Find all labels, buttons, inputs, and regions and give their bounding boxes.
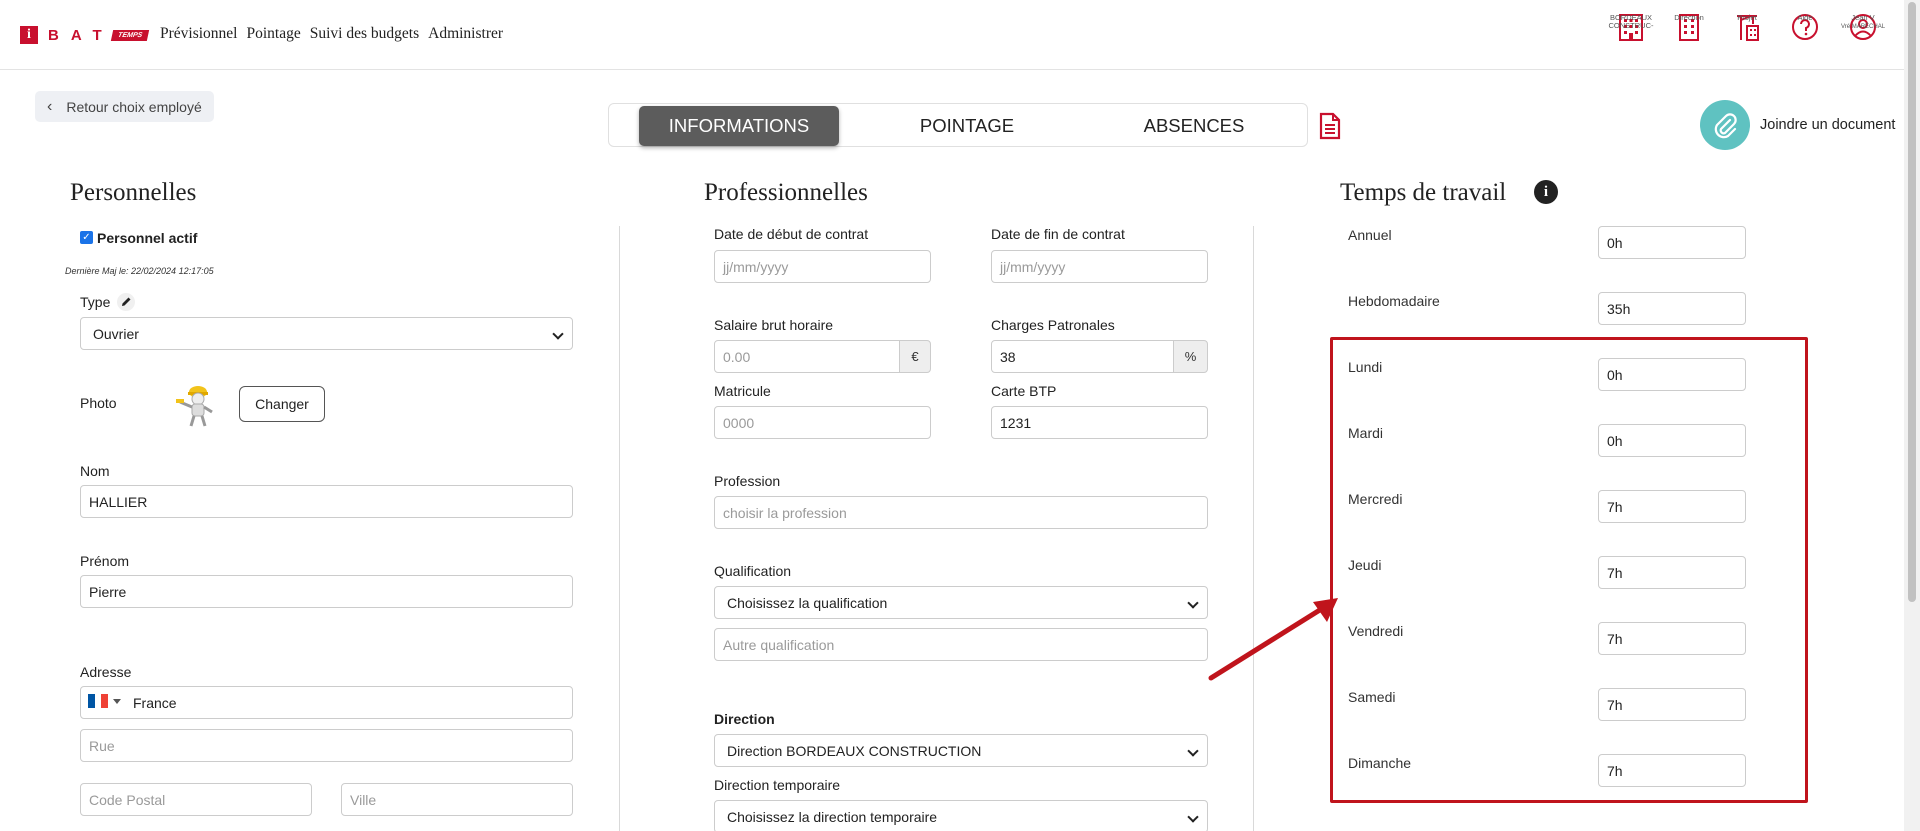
- temps-travail-title: Temps de travail: [1340, 179, 1507, 206]
- type-select[interactable]: Ouvrier: [80, 317, 573, 350]
- caret-down-icon: [113, 699, 121, 704]
- back-button[interactable]: ‹ Retour choix employé: [35, 91, 214, 122]
- nom-label: Nom: [80, 463, 110, 479]
- join-document-label: Joindre un document: [1760, 117, 1896, 133]
- header-icons: BORDEAUX CONSTRUC- Direction Projet Aide…: [1602, 12, 1892, 42]
- annotation-arrow-icon: [1208, 598, 1338, 681]
- matricule-label: Matricule: [714, 383, 771, 399]
- change-photo-button[interactable]: Changer: [239, 386, 325, 422]
- salaire-label: Salaire brut horaire: [714, 317, 834, 333]
- join-document-button[interactable]: Joindre un document: [1700, 100, 1895, 150]
- help-button[interactable]: Aide: [1776, 12, 1834, 42]
- document-icon[interactable]: [1318, 112, 1342, 140]
- ville-input[interactable]: Ville: [341, 783, 573, 816]
- info-icon[interactable]: i: [1534, 180, 1558, 204]
- hebdomadaire-input[interactable]: 35h: [1598, 292, 1746, 325]
- prenom-input[interactable]: Pierre: [80, 575, 573, 608]
- project-label: Projet: [1737, 13, 1757, 22]
- profession-label: Profession: [714, 473, 781, 489]
- france-flag-icon: [88, 694, 109, 708]
- type-label: Type: [80, 294, 111, 310]
- percent-addon: %: [1173, 340, 1208, 373]
- logo-i: i: [20, 26, 38, 44]
- edit-pencil-icon[interactable]: [117, 293, 135, 311]
- project-button[interactable]: Projet: [1718, 12, 1776, 42]
- column-divider: [619, 226, 620, 831]
- company-label: BORDEAUX CONSTRUC-: [1608, 13, 1654, 30]
- chevron-left-icon: ‹: [47, 97, 53, 115]
- profession-input[interactable]: choisir la profession: [714, 496, 1208, 529]
- autre-qualification-input[interactable]: Autre qualification: [714, 628, 1208, 661]
- last-update: Dernière Maj le: 22/02/2024 12:17:05: [65, 266, 214, 276]
- charges-label: Charges Patronales: [991, 317, 1115, 333]
- help-label: Aide: [1797, 13, 1813, 22]
- worker-avatar-icon: [176, 386, 213, 427]
- direction-select[interactable]: Direction BORDEAUX CONSTRUCTION: [714, 734, 1208, 767]
- qualification-label: Qualification: [714, 563, 792, 579]
- direction-label: Direction: [714, 711, 775, 727]
- adresse-label: Adresse: [80, 664, 132, 680]
- date-fin-input[interactable]: jj/mm/yyyy: [991, 250, 1208, 283]
- nom-input[interactable]: HALLIER: [80, 485, 573, 518]
- nav-previsionnel[interactable]: Prévisionnel: [160, 25, 238, 43]
- charges-input[interactable]: 38: [991, 340, 1174, 373]
- user-button[interactable]: Jean V Vré MARÉCHAL: [1834, 12, 1892, 42]
- photo-label: Photo: [80, 395, 117, 411]
- salaire-input[interactable]: 0.00: [714, 340, 900, 373]
- column-divider: [1253, 226, 1254, 831]
- annuel-label: Annuel: [1348, 227, 1392, 243]
- logo-bat: BAT: [48, 26, 114, 44]
- app-logo[interactable]: i BAT TEMPS: [20, 26, 150, 44]
- tab-informations[interactable]: INFORMATIONS: [639, 106, 839, 146]
- matricule-input[interactable]: 0000: [714, 406, 931, 439]
- rue-input[interactable]: Rue: [80, 729, 573, 762]
- back-button-label: Retour choix employé: [66, 98, 202, 115]
- nav-administrer[interactable]: Administrer: [428, 25, 503, 43]
- nav-pointage[interactable]: Pointage: [247, 25, 301, 43]
- personnel-actif-checkbox[interactable]: ✓: [80, 231, 93, 244]
- direction-temp-label: Direction temporaire: [714, 777, 841, 793]
- date-debut-input[interactable]: jj/mm/yyyy: [714, 250, 931, 283]
- tab-bar: INFORMATIONS POINTAGE ABSENCES: [608, 103, 1308, 147]
- user-name: Jean V: [1851, 13, 1875, 22]
- professionnelles-title: Professionnelles: [704, 179, 868, 206]
- highlight-box: [1330, 337, 1808, 803]
- carte-btp-label: Carte BTP: [991, 383, 1057, 399]
- logo-temps: TEMPS: [110, 29, 150, 41]
- tab-pointage[interactable]: POINTAGE: [867, 106, 1067, 146]
- user-label: Jean V Vré MARÉCHAL: [1841, 14, 1885, 31]
- nav-suivi-budgets[interactable]: Suivi des budgets: [310, 25, 419, 43]
- prenom-label: Prénom: [80, 553, 130, 569]
- main-nav: Prévisionnel Pointage Suivi des budgets …: [160, 25, 503, 43]
- date-debut-label: Date de début de contrat: [714, 226, 869, 242]
- personnelles-title: Personnelles: [70, 179, 197, 206]
- page-scrollbar[interactable]: [1904, 0, 1920, 831]
- company-button[interactable]: BORDEAUX CONSTRUC-: [1602, 12, 1660, 42]
- qualification-select[interactable]: Choisissez la qualification: [714, 586, 1208, 619]
- euro-addon: €: [899, 340, 931, 373]
- direction-temp-select[interactable]: Choisissez la direction temporaire: [714, 800, 1208, 831]
- top-bar: i BAT TEMPS Prévisionnel Pointage Suivi …: [0, 0, 1920, 70]
- code-postal-input[interactable]: Code Postal: [80, 783, 312, 816]
- carte-btp-input[interactable]: 1231: [991, 406, 1208, 439]
- scrollbar-thumb[interactable]: [1908, 2, 1916, 602]
- annuel-input[interactable]: 0h: [1598, 226, 1746, 259]
- personnel-actif-label: Personnel actif: [97, 230, 198, 246]
- user-sub: Vré MARÉCHAL: [1840, 24, 1886, 30]
- date-fin-label: Date de fin de contrat: [991, 226, 1125, 242]
- direction-button[interactable]: Direction: [1660, 12, 1718, 42]
- hebdomadaire-label: Hebdomadaire: [1348, 293, 1440, 309]
- tab-absences[interactable]: ABSENCES: [1094, 106, 1294, 146]
- country-select[interactable]: France: [80, 686, 573, 719]
- paperclip-icon: [1700, 100, 1750, 150]
- direction-label: Direction: [1674, 13, 1704, 22]
